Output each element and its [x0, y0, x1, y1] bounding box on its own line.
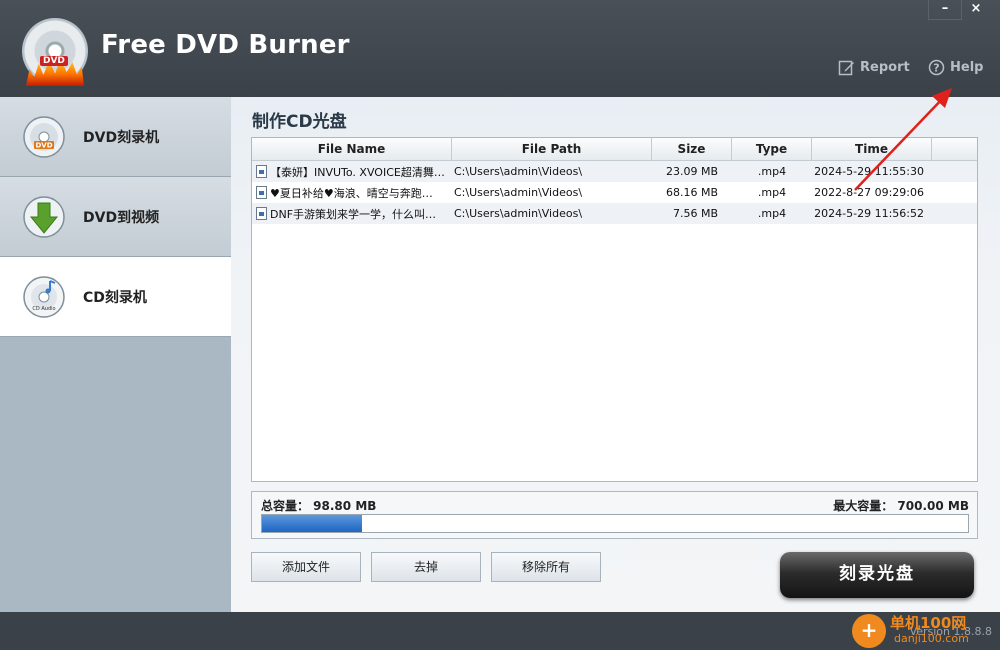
- add-file-button[interactable]: 添加文件: [251, 552, 361, 582]
- file-name: ♥夏日补给♥海浪、晴空与奔跑…: [270, 186, 433, 200]
- file-path: C:\Users\admin\Videos\: [454, 186, 583, 199]
- sidebar-item-dvd-to-video[interactable]: DVD到视频: [0, 177, 231, 257]
- report-link[interactable]: Report: [838, 59, 910, 76]
- help-label: Help: [950, 60, 984, 75]
- report-label: Report: [860, 60, 910, 75]
- dvd-disc-icon: DVD: [23, 115, 65, 158]
- page-title: 制作CD光盘: [252, 112, 347, 132]
- table-header: File Name File Path Size Type Time: [252, 138, 977, 161]
- file-type: .mp4: [757, 186, 787, 199]
- edit-icon: [838, 60, 854, 76]
- file-name: DNF手游策划来学一学，什么叫…: [270, 207, 437, 221]
- svg-text:CD Audio: CD Audio: [32, 306, 55, 312]
- sidebar-item-label: DVD到视频: [83, 209, 160, 226]
- video-file-icon: [256, 165, 267, 178]
- burn-disc-button[interactable]: 刻录光盘: [780, 552, 974, 598]
- column-header-size[interactable]: Size: [652, 138, 732, 160]
- file-time: 2024-5-29 11:55:30: [814, 165, 924, 178]
- watermark: + 单机100网 danji100.com: [852, 612, 1000, 650]
- file-size: 23.09 MB: [665, 165, 718, 178]
- sidebar-item-label: CD刻录机: [83, 289, 147, 306]
- app-title: Free DVD Burner: [101, 30, 350, 60]
- main-panel: 制作CD光盘 File Name File Path Size Type Tim…: [231, 97, 1000, 612]
- title-bar: DVD Free DVD Burner – × Report ? Help: [0, 0, 1000, 97]
- file-name: 【泰妍】INVUTo. XVOICE超清舞…: [270, 165, 445, 179]
- column-header-file-name[interactable]: File Name: [252, 138, 452, 160]
- file-time: 2024-5-29 11:56:52: [814, 207, 924, 220]
- sidebar-item-cd-burner[interactable]: CD Audio CD刻录机: [0, 257, 231, 337]
- watermark-name: 单机100网: [890, 614, 967, 632]
- total-capacity: 总容量： 98.80 MB: [261, 499, 377, 513]
- file-time: 2022-8-27 09:29:06: [814, 186, 924, 199]
- column-header-type[interactable]: Type: [732, 138, 812, 160]
- file-type: .mp4: [757, 207, 787, 220]
- sidebar: DVD DVD刻录机 DVD到视频 CD Audio CD刻录机: [0, 97, 231, 612]
- max-capacity: 最大容量： 700.00 MB: [833, 499, 969, 513]
- svg-text:?: ?: [933, 62, 939, 75]
- help-link[interactable]: ? Help: [928, 59, 983, 76]
- capacity-progress-bar: [261, 514, 969, 533]
- sidebar-item-label: DVD刻录机: [83, 129, 160, 146]
- file-type: .mp4: [757, 165, 787, 178]
- file-path: C:\Users\admin\Videos\: [454, 165, 583, 178]
- capacity-progress-fill: [262, 515, 362, 532]
- video-file-icon: [256, 186, 267, 199]
- video-file-icon: [256, 207, 267, 220]
- minimize-button[interactable]: –: [928, 0, 962, 20]
- watermark-url: danji100.com: [894, 632, 969, 645]
- app-logo: DVD: [22, 18, 88, 86]
- capacity-panel: 总容量： 98.80 MB 最大容量： 700.00 MB: [251, 491, 978, 539]
- disc-download-arrow-icon: [23, 195, 65, 238]
- watermark-logo-icon: +: [852, 614, 886, 648]
- table-row[interactable]: DNF手游策划来学一学，什么叫… C:\Users\admin\Videos\ …: [252, 203, 977, 224]
- file-table: File Name File Path Size Type Time 【泰妍】I…: [251, 137, 978, 482]
- table-row[interactable]: ♥夏日补给♥海浪、晴空与奔跑… C:\Users\admin\Videos\ 6…: [252, 182, 977, 203]
- column-header-file-path[interactable]: File Path: [452, 138, 652, 160]
- file-size: 68.16 MB: [665, 186, 718, 199]
- remove-button[interactable]: 去掉: [371, 552, 481, 582]
- file-size: 7.56 MB: [672, 207, 718, 220]
- logo-badge: DVD: [40, 56, 68, 66]
- close-button[interactable]: ×: [958, 0, 994, 20]
- cd-audio-icon: CD Audio: [23, 275, 65, 318]
- svg-text:DVD: DVD: [35, 141, 52, 149]
- status-bar: Version 1.8.8.8: [0, 612, 1000, 650]
- file-path: C:\Users\admin\Videos\: [454, 207, 583, 220]
- table-body: 【泰妍】INVUTo. XVOICE超清舞… C:\Users\admin\Vi…: [252, 161, 977, 224]
- table-row[interactable]: 【泰妍】INVUTo. XVOICE超清舞… C:\Users\admin\Vi…: [252, 161, 977, 182]
- sidebar-item-dvd-burner[interactable]: DVD DVD刻录机: [0, 97, 231, 177]
- column-header-time[interactable]: Time: [812, 138, 932, 160]
- remove-all-button[interactable]: 移除所有: [491, 552, 601, 582]
- question-circle-icon: ?: [928, 59, 945, 76]
- column-header-filler: [932, 138, 977, 160]
